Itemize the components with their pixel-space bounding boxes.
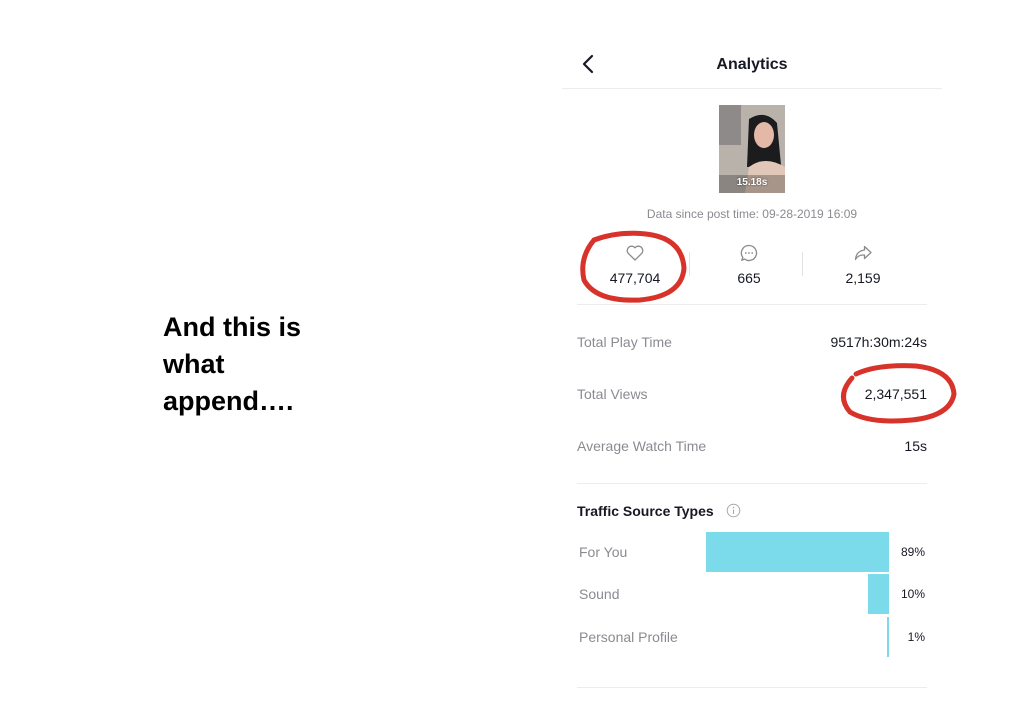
slide: And this is what append…. Analytics 15.1… [0,0,1024,724]
metric-label: Total Views [577,386,648,402]
likes-stat: 477,704 [577,238,693,286]
analytics-screen: Analytics 15.18s Data since post time: 0… [562,40,942,700]
heart-icon [626,245,644,261]
video-thumbnail[interactable]: 15.18s [719,105,785,193]
metric-label: Average Watch Time [577,438,707,454]
share-icon [854,245,872,261]
metric-total-play-time: Total Play Time 9517h:30m:24s [577,334,927,354]
stat-divider [689,252,690,276]
traffic-heading: Traffic Source Types [577,503,714,519]
comments-count: 665 [737,270,761,286]
traffic-label: Sound [579,586,620,602]
traffic-bar [706,532,889,572]
traffic-row: Personal Profile 1% [579,617,929,657]
metric-value: 15s [904,438,927,454]
shares-count: 2,159 [845,270,881,286]
traffic-bar [868,574,889,614]
caption-text: And this is what append…. [163,312,302,416]
metric-total-views: Total Views 2,347,551 [577,386,927,406]
bottom-divider [577,687,927,688]
page-title: Analytics [716,56,788,73]
section-divider [577,483,927,484]
nav-bar: Analytics [562,40,942,89]
metric-value: 2,347,551 [864,386,927,402]
traffic-percentage: 1% [907,630,925,644]
traffic-label: Personal Profile [579,629,678,645]
comment-icon [740,244,758,262]
info-icon[interactable] [726,503,741,518]
shares-stat: 2,159 [805,238,921,286]
traffic-bar [887,617,889,657]
data-since-text: Data since post time: 09-28-2019 16:09 [646,207,858,221]
comments-stat: 665 [691,238,807,286]
traffic-label: For You [579,544,628,560]
metric-value: 9517h:30m:24s [830,334,927,350]
metric-average-watch-time: Average Watch Time 15s [577,438,927,458]
stats-row: 477,704 665 2,159 [577,238,927,305]
traffic-row: For You 89% [579,532,929,572]
likes-count: 477,704 [609,270,661,286]
stat-divider [802,252,803,276]
traffic-percentage: 10% [900,587,925,601]
traffic-row: Sound 10% [579,574,929,614]
video-duration: 15.18s [736,177,768,188]
traffic-percentage: 89% [900,545,925,559]
metric-label: Total Play Time [577,334,672,350]
